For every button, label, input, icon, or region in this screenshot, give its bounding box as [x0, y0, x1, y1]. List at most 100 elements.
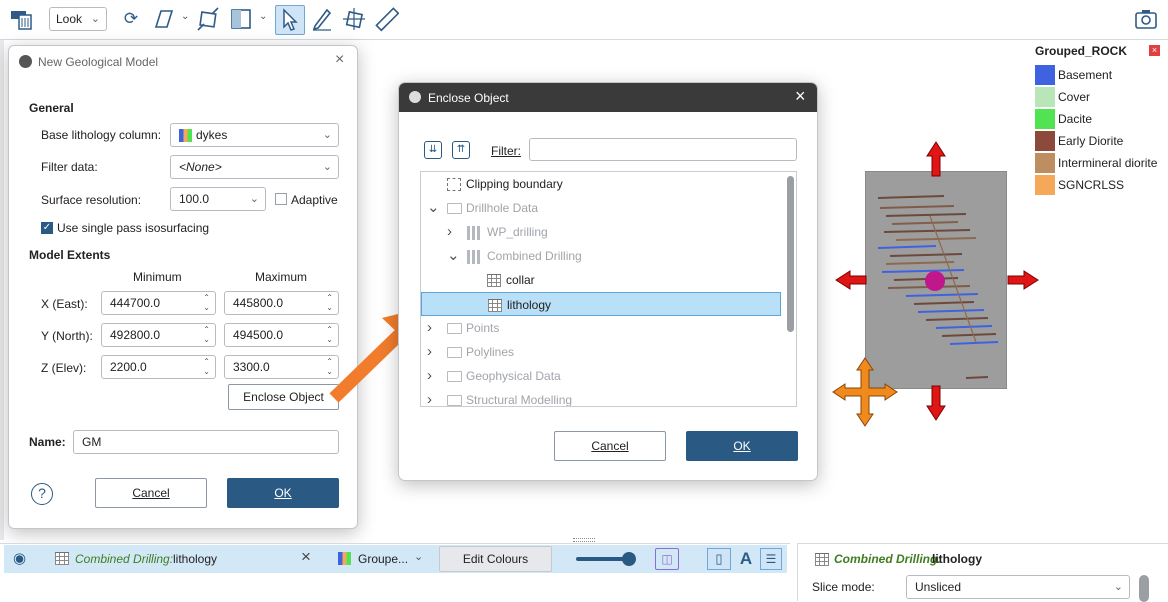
- tree-item[interactable]: lithology: [421, 292, 781, 316]
- chevron-down-icon[interactable]: ⌄: [427, 196, 441, 220]
- filter-data-value: <None>: [179, 160, 222, 174]
- name-input[interactable]: GM: [73, 430, 339, 454]
- folder-icon: [447, 395, 462, 406]
- close-icon[interactable]: ×: [1149, 45, 1160, 56]
- cancel-button[interactable]: Cancel: [554, 431, 666, 461]
- panel-icon[interactable]: [229, 6, 253, 32]
- dialog-title: Enclose Object: [428, 91, 509, 105]
- surface-resolution-value: 100.0: [179, 192, 210, 206]
- dialog-title: New Geological Model: [38, 55, 159, 69]
- legend-item: Cover: [1035, 87, 1165, 109]
- visibility-eye-icon[interactable]: ◉: [13, 549, 26, 567]
- tree-item[interactable]: ⌄ Drillhole Data: [421, 196, 781, 220]
- chevron-down-icon[interactable]: ⌄: [259, 11, 267, 22]
- top-toolbar: Look ⌄ ⟳ ⌄ ⌄: [0, 0, 1168, 40]
- filter-data-label: Filter data:: [41, 160, 98, 174]
- panel-scrollbar[interactable]: [1139, 575, 1149, 602]
- remove-object-icon[interactable]: ×: [301, 547, 311, 567]
- panel-object-name: lithology: [932, 552, 982, 566]
- filter-input[interactable]: [529, 138, 797, 161]
- tree-item[interactable]: Clipping boundary: [421, 172, 781, 196]
- ok-button[interactable]: OK: [227, 478, 339, 508]
- tree-item[interactable]: › Points: [421, 316, 781, 340]
- single-pass-checkbox[interactable]: ✓: [41, 222, 53, 234]
- camera-icon[interactable]: [1133, 6, 1157, 32]
- chevron-down-icon: ⌄: [322, 129, 332, 141]
- ruler-icon[interactable]: [375, 6, 400, 32]
- expand-all-button[interactable]: ⇊: [424, 141, 442, 159]
- chevron-down-icon[interactable]: ⌄: [447, 244, 461, 268]
- draw-plane-icon[interactable]: [152, 6, 176, 32]
- chevron-right-icon[interactable]: ›: [427, 364, 441, 388]
- extent-min-input[interactable]: 492800.0 ⌃ ⌄: [101, 323, 216, 347]
- tree-item[interactable]: collar: [421, 268, 781, 292]
- rotate-icon[interactable]: ⟳: [119, 6, 143, 32]
- tree-item[interactable]: › Structural Modelling: [421, 388, 781, 406]
- clip-toggle-icon[interactable]: ◫: [655, 548, 679, 570]
- legend-item: Intermineral diorite: [1035, 153, 1165, 175]
- select-pointer-button[interactable]: [275, 5, 305, 35]
- name-label: Name:: [29, 435, 66, 449]
- filter-data-select[interactable]: <None> ⌄: [170, 155, 339, 179]
- chevron-right-icon[interactable]: ›: [427, 388, 441, 406]
- lithology-column-icon: [338, 552, 351, 565]
- chevron-right-icon[interactable]: ›: [427, 316, 441, 340]
- chevron-right-icon[interactable]: ›: [447, 220, 461, 244]
- base-lithology-value: dykes: [196, 128, 228, 142]
- extent-label: Z (Elev):: [41, 361, 87, 375]
- spinner-arrows-icon[interactable]: ⌃ ⌄: [203, 325, 210, 345]
- app-logo-icon: [19, 55, 32, 68]
- chevron-down-icon[interactable]: ⌄: [414, 550, 423, 563]
- legend-toggle-icon[interactable]: ☰: [760, 548, 782, 570]
- tree-item[interactable]: › Geophysical Data: [421, 364, 781, 388]
- help-icon[interactable]: ?: [31, 483, 53, 505]
- base-lithology-select[interactable]: dykes ⌄: [170, 123, 339, 147]
- legend-label: Basement: [1058, 68, 1113, 82]
- legend-label: Intermineral diorite: [1058, 156, 1158, 170]
- left-edge: [0, 40, 4, 540]
- spinner-arrows-icon[interactable]: ⌃ ⌄: [203, 293, 210, 313]
- tray-icon[interactable]: [8, 6, 32, 32]
- tree-item-label: Points: [466, 321, 500, 335]
- pencil-icon[interactable]: [310, 6, 334, 32]
- cancel-button[interactable]: Cancel: [95, 478, 207, 508]
- legend-swatch: [1035, 87, 1055, 107]
- tree-scrollbar[interactable]: [787, 176, 794, 332]
- tree-item-label: Geophysical Data: [466, 369, 561, 383]
- legend-item: Early Diorite: [1035, 131, 1165, 153]
- extent-min-input[interactable]: 444700.0 ⌃ ⌄: [101, 291, 216, 315]
- slice-mode-select[interactable]: Unsliced ⌄: [906, 575, 1130, 599]
- adaptive-checkbox[interactable]: [275, 193, 287, 205]
- tree-item[interactable]: › WP_drilling: [421, 220, 781, 244]
- chevron-down-icon: ⌄: [249, 193, 259, 205]
- surface-resolution-input[interactable]: 100.0 ⌄: [170, 187, 266, 211]
- splitter-handle[interactable]: [573, 538, 595, 542]
- extent-label: X (East):: [41, 297, 88, 311]
- enclose-object-dialog: Enclose Object × ⇊ ⇈ Filter: Clipping bo…: [398, 82, 818, 481]
- close-icon[interactable]: ×: [795, 86, 806, 107]
- drillhole-display-icon[interactable]: ▯: [707, 548, 731, 570]
- app-logo-icon: [409, 91, 421, 103]
- move-object-icon[interactable]: [342, 6, 366, 32]
- tree-item[interactable]: ⌄ Combined Drilling: [421, 244, 781, 268]
- spinner-arrows-icon[interactable]: ⌃ ⌄: [203, 357, 210, 377]
- lithology-column-icon: [179, 129, 192, 143]
- chevron-right-icon[interactable]: ›: [427, 340, 441, 364]
- legend-title: Grouped_ROCK: [1035, 44, 1128, 58]
- colour-column-select[interactable]: Groupe...: [358, 552, 408, 566]
- tree-item-label: collar: [506, 273, 535, 287]
- ok-button[interactable]: OK: [686, 431, 798, 461]
- close-icon[interactable]: ×: [335, 51, 344, 69]
- extent-label: Y (North):: [41, 329, 93, 343]
- chevron-down-icon[interactable]: ⌄: [181, 11, 189, 22]
- collapse-all-button[interactable]: ⇈: [452, 141, 470, 159]
- label-text-icon[interactable]: A: [736, 548, 756, 570]
- resize-icon[interactable]: [196, 6, 220, 32]
- extent-min-input[interactable]: 2200.0 ⌃ ⌄: [101, 355, 216, 379]
- tree-item[interactable]: › Polylines: [421, 340, 781, 364]
- edit-colours-button[interactable]: Edit Colours: [439, 546, 552, 572]
- tree-item-label: Drillhole Data: [466, 201, 539, 215]
- chevron-down-icon: ⌄: [90, 13, 100, 25]
- view-mode-select[interactable]: Look ⌄: [49, 7, 107, 31]
- adaptive-label: Adaptive: [291, 193, 338, 207]
